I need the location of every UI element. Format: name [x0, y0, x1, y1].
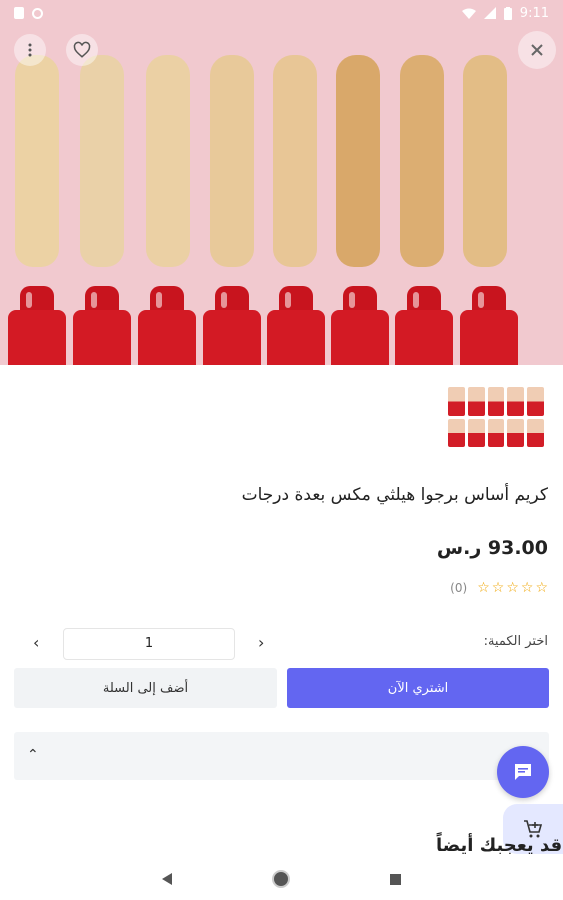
chevron-up-icon: ⌃	[27, 747, 39, 763]
close-button[interactable]	[518, 31, 556, 69]
status-bar: 9:11	[0, 0, 563, 26]
bottle	[73, 286, 131, 365]
swatch	[336, 55, 380, 267]
swatch	[210, 55, 254, 267]
product-rating[interactable]: ☆ ☆ ☆ ☆ ☆ (0)	[450, 580, 548, 596]
favorite-button[interactable]	[66, 34, 98, 66]
bottle	[460, 286, 518, 365]
battery-icon	[503, 6, 512, 20]
star-icon: ☆	[520, 580, 534, 596]
chat-icon	[515, 764, 531, 780]
swatch	[463, 55, 507, 267]
quantity-input[interactable]: 1	[63, 628, 235, 660]
buy-now-button[interactable]: اشتري الآن	[287, 668, 549, 708]
chevron-right-icon[interactable]: ›	[258, 633, 264, 652]
star-icon: ☆	[477, 580, 490, 596]
system-nav-bar	[0, 858, 563, 900]
star-icon: ☆	[506, 580, 519, 596]
rating-count: (0)	[450, 581, 468, 595]
product-thumbnail[interactable]	[448, 387, 544, 447]
add-to-cart-button[interactable]: أضف إلى السلة	[14, 668, 277, 708]
bottle	[267, 286, 325, 365]
chevron-left-icon[interactable]: ‹	[33, 633, 39, 652]
bottle	[203, 286, 261, 365]
signal-icon	[483, 7, 496, 19]
details-accordion[interactable]: ⌃	[14, 732, 549, 780]
swatch	[80, 55, 124, 267]
chat-button[interactable]	[497, 746, 549, 798]
status-time: 9:11	[519, 5, 549, 21]
quantity-label: اختر الكمية:	[483, 634, 548, 649]
notification-circle-icon	[32, 7, 43, 19]
swatch	[15, 55, 59, 267]
bottle	[138, 286, 196, 365]
home-nav-icon[interactable]	[272, 870, 290, 888]
recent-apps-icon[interactable]	[390, 873, 401, 885]
product-title: كريم أساس برجوا هيلثي مكس بعدة درجات	[241, 485, 548, 505]
product-price: 93.00 ر.س	[436, 537, 548, 559]
sd-card-icon	[14, 7, 24, 19]
bottle	[331, 286, 389, 365]
swatch	[146, 55, 190, 267]
section-title: قد يعجبك أيضاً	[436, 835, 563, 856]
bottle	[8, 286, 66, 365]
back-nav-icon[interactable]	[162, 873, 172, 885]
star-icon: ☆	[535, 580, 548, 596]
swatch	[273, 55, 317, 267]
swatch	[400, 55, 444, 267]
menu-button[interactable]	[14, 34, 46, 66]
star-icon: ☆	[491, 580, 505, 596]
heart-icon	[73, 41, 91, 58]
menu-dots-icon	[28, 43, 32, 57]
wifi-icon	[461, 8, 476, 19]
close-icon	[531, 44, 543, 56]
bottle	[395, 286, 453, 365]
